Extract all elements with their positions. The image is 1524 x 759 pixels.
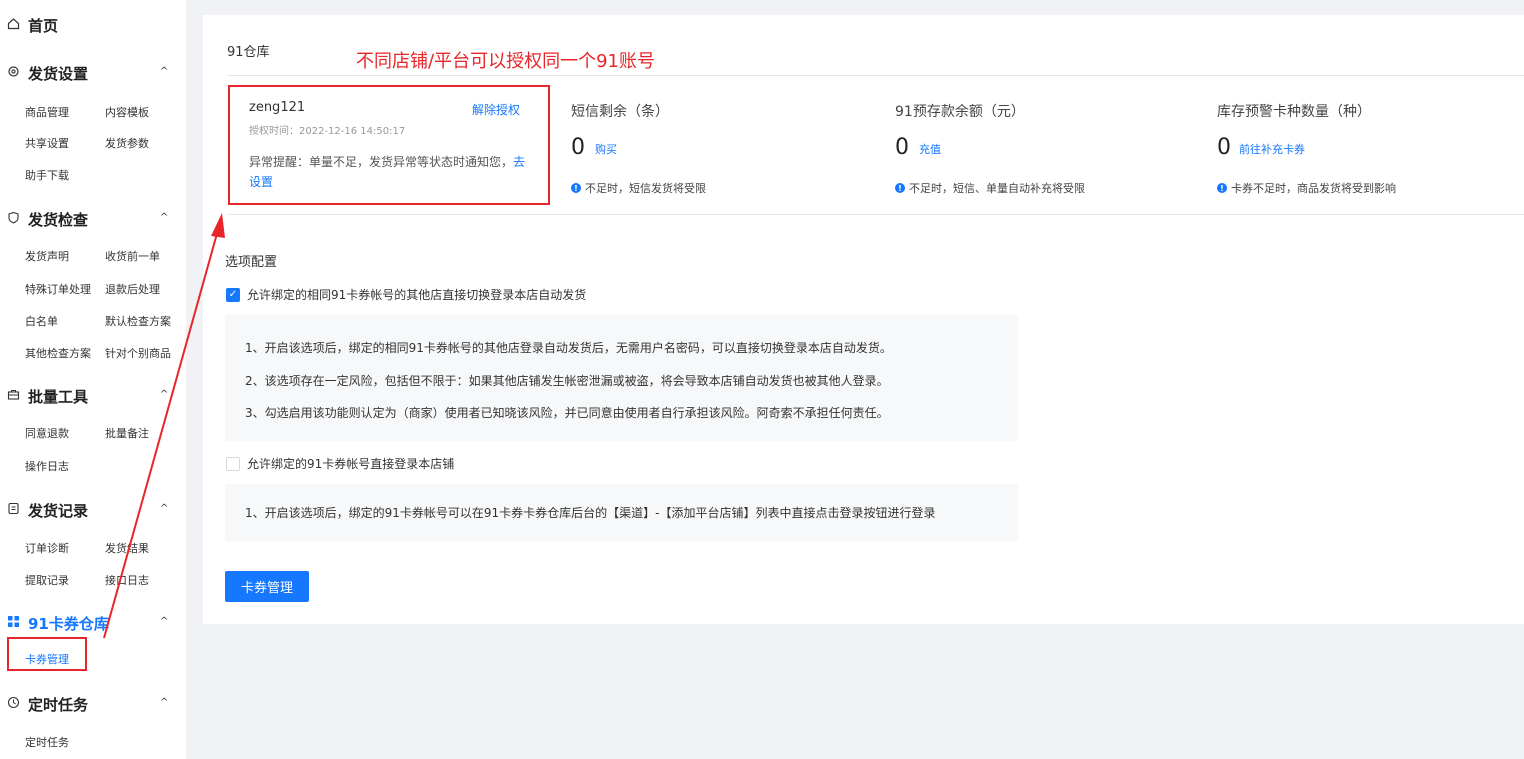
sidebar-item-ship-statement[interactable]: 发货声明 xyxy=(25,248,69,264)
sidebar-item-batch-remark[interactable]: 批量备注 xyxy=(105,425,149,441)
stat-label: 短信剩余（条） xyxy=(571,104,669,120)
divider xyxy=(227,214,1524,215)
checkbox-unchecked-icon[interactable] xyxy=(226,456,240,471)
sidebar-item-operation-log[interactable]: 操作日志 xyxy=(25,458,69,474)
clock-icon xyxy=(7,696,20,709)
sidebar-section-scheduled-tasks[interactable]: 定时任务 ^ xyxy=(0,691,186,715)
option2-label: 允许绑定的91卡券帐号直接登录本店铺 xyxy=(247,457,455,471)
stat-sms: 短信剩余（条） 0 购买 ! 不足时，短信发货将受限 xyxy=(571,101,706,195)
sidebar-item-special-order[interactable]: 特殊订单处理 xyxy=(25,281,91,297)
sidebar-item-ship-params[interactable]: 发货参数 xyxy=(105,135,149,151)
option1-description: 1、开启该选项后，绑定的相同91卡券帐号的其他店登录自动发货后，无需用户名密码，… xyxy=(225,315,1018,441)
stat-label: 库存预警卡种数量（种） xyxy=(1217,104,1371,120)
sidebar-section-batch-tools[interactable]: 批量工具 ^ xyxy=(0,383,186,407)
option2-description: 1、开启该选项后，绑定的91卡券帐号可以在91卡券卡券仓库后台的【渠道】-【添加… xyxy=(225,484,1018,541)
account-card: zeng121 解除授权 授权时间：2022-12-16 14:50:17 异常… xyxy=(228,85,550,205)
option1-line: 3、勾选启用该功能则认定为（商家）使用者已知晓该风险，并已同意由使用者自行承担该… xyxy=(245,406,889,420)
sidebar-item-before-receive[interactable]: 收货前一单 xyxy=(105,248,160,264)
sidebar-section-title: 定时任务 xyxy=(28,696,89,714)
sidebar-section-ship-records[interactable]: 发货记录 ^ xyxy=(0,497,186,521)
chevron-up-icon[interactable]: ^ xyxy=(160,389,168,400)
chevron-up-icon[interactable]: ^ xyxy=(160,616,168,627)
sidebar-section-91-card-warehouse[interactable]: 91卡券仓库 ^ xyxy=(0,610,186,634)
sidebar-item-product-manage[interactable]: 商品管理 xyxy=(25,104,69,120)
sidebar-section-title: 批量工具 xyxy=(28,388,89,406)
exception-notice-text: 异常提醒：单量不足，发货异常等状态时通知您， xyxy=(249,155,514,169)
card-manage-button[interactable]: 卡券管理 xyxy=(225,571,309,602)
sidebar-item-whitelist[interactable]: 白名单 xyxy=(25,313,58,329)
stat-stock-warning: 库存预警卡种数量（种） 0 前往补充卡券 ! 卡券不足时，商品发货将受到影响 xyxy=(1217,101,1396,195)
page-title: 91仓库 xyxy=(227,45,270,60)
options-title: 选项配置 xyxy=(225,255,278,270)
option1-line: 2、该选项存在一定风险，包括但不限于：如果其他店铺发生帐密泄漏或被盗，将会导致本… xyxy=(245,374,889,388)
chevron-up-icon[interactable]: ^ xyxy=(160,503,168,514)
stat-hint-text: 不足时，短信、单量自动补充将受限 xyxy=(909,182,1085,195)
replenish-cards-link[interactable]: 前往补充卡券 xyxy=(1239,141,1305,157)
chevron-up-icon[interactable]: ^ xyxy=(160,212,168,223)
stat-hint: ! 卡券不足时，商品发货将受到影响 xyxy=(1217,180,1396,196)
sidebar-section-ship-check[interactable]: 发货检查 ^ xyxy=(0,206,186,230)
info-icon: ! xyxy=(895,183,905,193)
stat-value: 0 xyxy=(1217,135,1231,160)
account-name: zeng121 xyxy=(249,100,306,115)
sidebar-item-content-template[interactable]: 内容模板 xyxy=(105,104,149,120)
sidebar-section-title: 91卡券仓库 xyxy=(28,615,109,633)
info-icon: ! xyxy=(571,183,581,193)
sidebar-item-card-manage[interactable]: 卡券管理 xyxy=(25,651,69,667)
sidebar-item-default-plan[interactable]: 默认检查方案 xyxy=(105,313,171,329)
sidebar: 首页 发货设置 ^ 商品管理 内容模板 共享设置 发货参数 助手下载 发货检查 … xyxy=(0,0,186,759)
sidebar-item-other-plan[interactable]: 其他检查方案 xyxy=(25,345,91,361)
chevron-up-icon[interactable]: ^ xyxy=(160,66,168,77)
sidebar-item-api-log[interactable]: 接口日志 xyxy=(105,572,149,588)
sidebar-item-home[interactable]: 首页 xyxy=(0,12,186,36)
grid-icon xyxy=(7,615,20,628)
stat-label: 91预存款余额（元） xyxy=(895,104,1025,120)
sidebar-item-scheduled-task[interactable]: 定时任务 xyxy=(25,734,69,750)
sidebar-item-extract-records[interactable]: 提取记录 xyxy=(25,572,69,588)
main-panel: 91仓库 不同店铺/平台可以授权同一个91账号 zeng121 解除授权 授权时… xyxy=(203,15,1524,624)
gear-icon xyxy=(7,65,20,78)
option1-line: 1、开启该选项后，绑定的相同91卡券帐号的其他店登录自动发货后，无需用户名密码，… xyxy=(245,341,892,355)
sidebar-item-helper-download[interactable]: 助手下载 xyxy=(25,167,69,183)
stat-hint-text: 不足时，短信发货将受限 xyxy=(585,182,706,195)
shield-icon xyxy=(7,211,20,224)
sidebar-item-ship-result[interactable]: 发货结果 xyxy=(105,540,149,556)
stat-value: 0 xyxy=(895,135,909,160)
option2-checkbox-row[interactable]: 允许绑定的91卡券帐号直接登录本店铺 xyxy=(226,455,454,472)
stat-value: 0 xyxy=(571,135,585,160)
stat-hint: ! 不足时，短信发货将受限 xyxy=(571,180,706,196)
sidebar-section-title: 发货记录 xyxy=(28,502,89,520)
recharge-link[interactable]: 充值 xyxy=(919,141,941,157)
option1-label: 允许绑定的相同91卡券帐号的其他店直接切换登录本店自动发货 xyxy=(247,288,587,302)
option1-checkbox-row[interactable]: ✓ 允许绑定的相同91卡券帐号的其他店直接切换登录本店自动发货 xyxy=(226,286,586,303)
sidebar-item-order-diagnosis[interactable]: 订单诊断 xyxy=(25,540,69,556)
sidebar-home-label: 首页 xyxy=(28,17,59,35)
option2-line: 1、开启该选项后，绑定的91卡券帐号可以在91卡券卡券仓库后台的【渠道】-【添加… xyxy=(245,506,936,520)
sidebar-item-share-settings[interactable]: 共享设置 xyxy=(25,135,69,151)
exception-notice: 异常提醒：单量不足，发货异常等状态时通知您，去设置 xyxy=(249,152,534,192)
auth-time: 授权时间：2022-12-16 14:50:17 xyxy=(249,126,406,137)
stat-hint: ! 不足时，短信、单量自动补充将受限 xyxy=(895,180,1085,196)
sidebar-section-ship-settings[interactable]: 发货设置 ^ xyxy=(0,60,186,84)
annotation-text: 不同店铺/平台可以授权同一个91账号 xyxy=(356,51,655,72)
unbind-link[interactable]: 解除授权 xyxy=(472,101,520,118)
sidebar-item-agree-refund[interactable]: 同意退款 xyxy=(25,425,69,441)
buy-link[interactable]: 购买 xyxy=(595,141,617,157)
toolbox-icon xyxy=(7,388,20,401)
home-icon xyxy=(7,17,20,30)
record-icon xyxy=(7,502,20,515)
sidebar-section-title: 发货设置 xyxy=(28,65,89,83)
divider xyxy=(227,75,1524,76)
sidebar-section-title: 发货检查 xyxy=(28,211,89,229)
sidebar-item-specific-product[interactable]: 针对个别商品 xyxy=(105,345,171,361)
checkbox-checked-icon[interactable]: ✓ xyxy=(226,287,240,302)
stat-deposit: 91预存款余额（元） 0 充值 ! 不足时，短信、单量自动补充将受限 xyxy=(895,101,1085,195)
info-icon: ! xyxy=(1217,183,1227,193)
stat-hint-text: 卡券不足时，商品发货将受到影响 xyxy=(1231,182,1396,195)
chevron-up-icon[interactable]: ^ xyxy=(160,697,168,708)
sidebar-item-after-refund[interactable]: 退款后处理 xyxy=(105,281,160,297)
